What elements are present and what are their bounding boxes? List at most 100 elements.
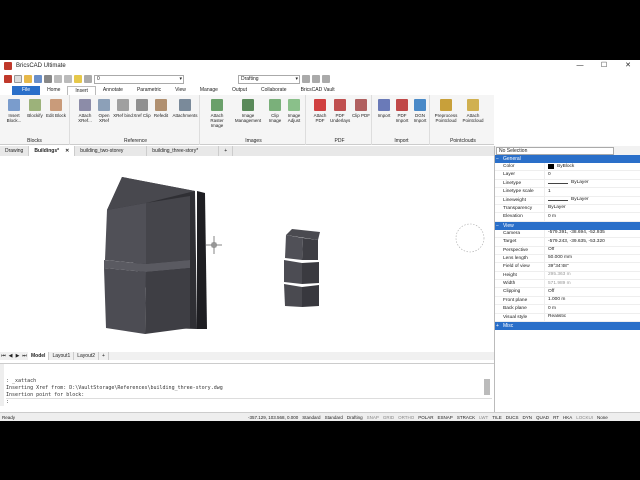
- status-workspace[interactable]: Drafting: [345, 415, 365, 420]
- next-layout-icon[interactable]: ▶: [14, 353, 21, 359]
- status-ortho[interactable]: ORTHO: [396, 415, 416, 420]
- status-tile[interactable]: TILE: [490, 415, 504, 420]
- selection-combo[interactable]: No Selection: [496, 146, 614, 155]
- workspace-combo[interactable]: Drafting: [238, 74, 300, 84]
- status-rt[interactable]: RT: [551, 415, 561, 420]
- prev-layout-icon[interactable]: ◀: [7, 353, 14, 359]
- maximize-button[interactable]: ☐: [592, 60, 616, 72]
- status-text-style[interactable]: Standard: [300, 415, 322, 420]
- property-row[interactable]: Back plane 0 m: [495, 305, 640, 314]
- close-tab-icon[interactable]: ✕: [65, 148, 69, 154]
- layer-tools-icon[interactable]: [312, 75, 320, 83]
- status-lockui[interactable]: LOCKUI: [574, 415, 595, 420]
- property-value[interactable]: 295.363 m: [545, 272, 640, 279]
- section-misc[interactable]: Misc: [495, 322, 640, 331]
- property-value[interactable]: 1: [545, 188, 640, 195]
- image-adjust-button[interactable]: Image Adjust: [284, 99, 304, 123]
- tab-layout2[interactable]: Layout2: [74, 352, 100, 360]
- clip-image-button[interactable]: Clip Image: [265, 99, 285, 123]
- attach-pdf-button[interactable]: Attach PDF: [310, 99, 330, 123]
- property-value[interactable]: 0 m: [545, 305, 640, 312]
- open-icon[interactable]: [24, 75, 32, 83]
- attach-raster-image-button[interactable]: Attach Raster Image: [204, 99, 230, 128]
- status-polar[interactable]: POLAR: [416, 415, 435, 420]
- status-grid[interactable]: GRID: [381, 415, 396, 420]
- first-layout-icon[interactable]: ⏮: [0, 353, 7, 359]
- xref-clip-button[interactable]: Xref Clip: [132, 99, 152, 118]
- property-row[interactable]: Width 571.989 m: [495, 280, 640, 289]
- property-value[interactable]: -579.391, -38.694, -52.935: [545, 230, 640, 237]
- property-row[interactable]: Clipping Off: [495, 288, 640, 297]
- insert-block-button[interactable]: Insert Block...: [4, 99, 24, 123]
- edit-block-button[interactable]: Edit Block: [46, 99, 66, 118]
- property-value[interactable]: Off: [545, 288, 640, 295]
- property-value[interactable]: -579.243, -39.635, -53.320: [545, 238, 640, 245]
- status-esnap[interactable]: ESNAP: [436, 415, 455, 420]
- status-strack[interactable]: STRACK: [455, 415, 477, 420]
- redo-icon[interactable]: [64, 75, 72, 83]
- print-icon[interactable]: [44, 75, 52, 83]
- add-layout-button[interactable]: +: [99, 352, 109, 360]
- tab-layout1[interactable]: Layout1: [49, 352, 75, 360]
- status-dim-style[interactable]: Standard: [323, 415, 345, 420]
- property-row[interactable]: Lineweight ByLayer: [495, 196, 640, 205]
- status-ducs[interactable]: DUCS: [504, 415, 521, 420]
- section-view[interactable]: View: [495, 221, 640, 230]
- close-button[interactable]: ✕: [616, 60, 640, 72]
- property-value[interactable]: 39°34'48": [545, 263, 640, 270]
- save-icon[interactable]: [34, 75, 42, 83]
- new-icon[interactable]: [14, 75, 22, 83]
- xref-bind-button[interactable]: XRef bind: [113, 99, 133, 118]
- workspace-settings-icon[interactable]: [302, 75, 310, 83]
- tab-file[interactable]: File: [12, 86, 41, 95]
- model-viewport[interactable]: [0, 156, 494, 352]
- property-value[interactable]: Realistic: [545, 314, 640, 321]
- last-layout-icon[interactable]: ⏭: [21, 353, 28, 359]
- property-value[interactable]: 571.989 m: [545, 280, 640, 287]
- tab-home[interactable]: Home: [40, 86, 67, 95]
- property-row[interactable]: Lens length 50.000 mm: [495, 254, 640, 264]
- property-row[interactable]: Transparency ByLayer: [495, 204, 640, 214]
- property-row[interactable]: Target -579.243, -39.635, -53.320: [495, 238, 640, 247]
- property-row[interactable]: Elevation 0 m: [495, 213, 640, 222]
- tab-parametric[interactable]: Parametric: [130, 86, 168, 95]
- property-row[interactable]: Height 295.363 m: [495, 271, 640, 281]
- status-quad[interactable]: QUAD: [534, 415, 551, 420]
- layer-bulb-icon[interactable]: [74, 75, 82, 83]
- tab-view[interactable]: View: [168, 86, 193, 95]
- property-value[interactable]: ByLayer: [545, 197, 640, 204]
- properties-tools-icon[interactable]: [322, 75, 330, 83]
- pdf-import-button[interactable]: PDF Import: [392, 99, 412, 123]
- property-value[interactable]: ByLayer: [545, 205, 640, 212]
- property-value[interactable]: 50.000 mm: [545, 255, 640, 262]
- open-xref-button[interactable]: Open XRef: [94, 99, 114, 123]
- tab-annotate[interactable]: Annotate: [96, 86, 130, 95]
- tab-insert[interactable]: Insert: [67, 86, 96, 95]
- app-menu-icon[interactable]: [4, 75, 12, 83]
- doc-tab-building-three-story[interactable]: building_three-story*: [147, 146, 220, 156]
- status-hka[interactable]: HKA: [561, 415, 574, 420]
- property-row[interactable]: Field of view 39°34'48": [495, 263, 640, 272]
- blockify-button[interactable]: Blockify: [25, 99, 45, 118]
- command-input[interactable]: :: [6, 398, 492, 405]
- refedit-button[interactable]: Refedit: [151, 99, 171, 118]
- layer-lock-icon[interactable]: [84, 75, 92, 83]
- property-row[interactable]: Linetype ByLayer: [495, 179, 640, 189]
- property-value[interactable]: 0 m: [545, 213, 640, 220]
- tab-manage[interactable]: Manage: [193, 86, 225, 95]
- status-lwt[interactable]: LWT: [477, 415, 490, 420]
- status-dyn[interactable]: DYN: [521, 415, 535, 420]
- property-row[interactable]: Camera -579.391, -38.694, -52.935: [495, 229, 640, 239]
- section-general[interactable]: General: [495, 155, 640, 163]
- import-button[interactable]: Import: [374, 99, 394, 118]
- doc-tab-building-two-storey[interactable]: building_two-storey: [75, 146, 148, 156]
- new-tab-button[interactable]: +: [219, 146, 234, 156]
- tab-bricscad-vault[interactable]: BricsCAD Vault: [294, 86, 342, 95]
- minimize-button[interactable]: —: [568, 60, 592, 72]
- tab-output[interactable]: Output: [225, 86, 254, 95]
- undo-icon[interactable]: [54, 75, 62, 83]
- attachments-button[interactable]: Attachments: [172, 99, 198, 118]
- property-value[interactable]: Off: [545, 247, 640, 254]
- view-cube-compass[interactable]: [455, 223, 485, 253]
- status-snap[interactable]: SNAP: [365, 415, 381, 420]
